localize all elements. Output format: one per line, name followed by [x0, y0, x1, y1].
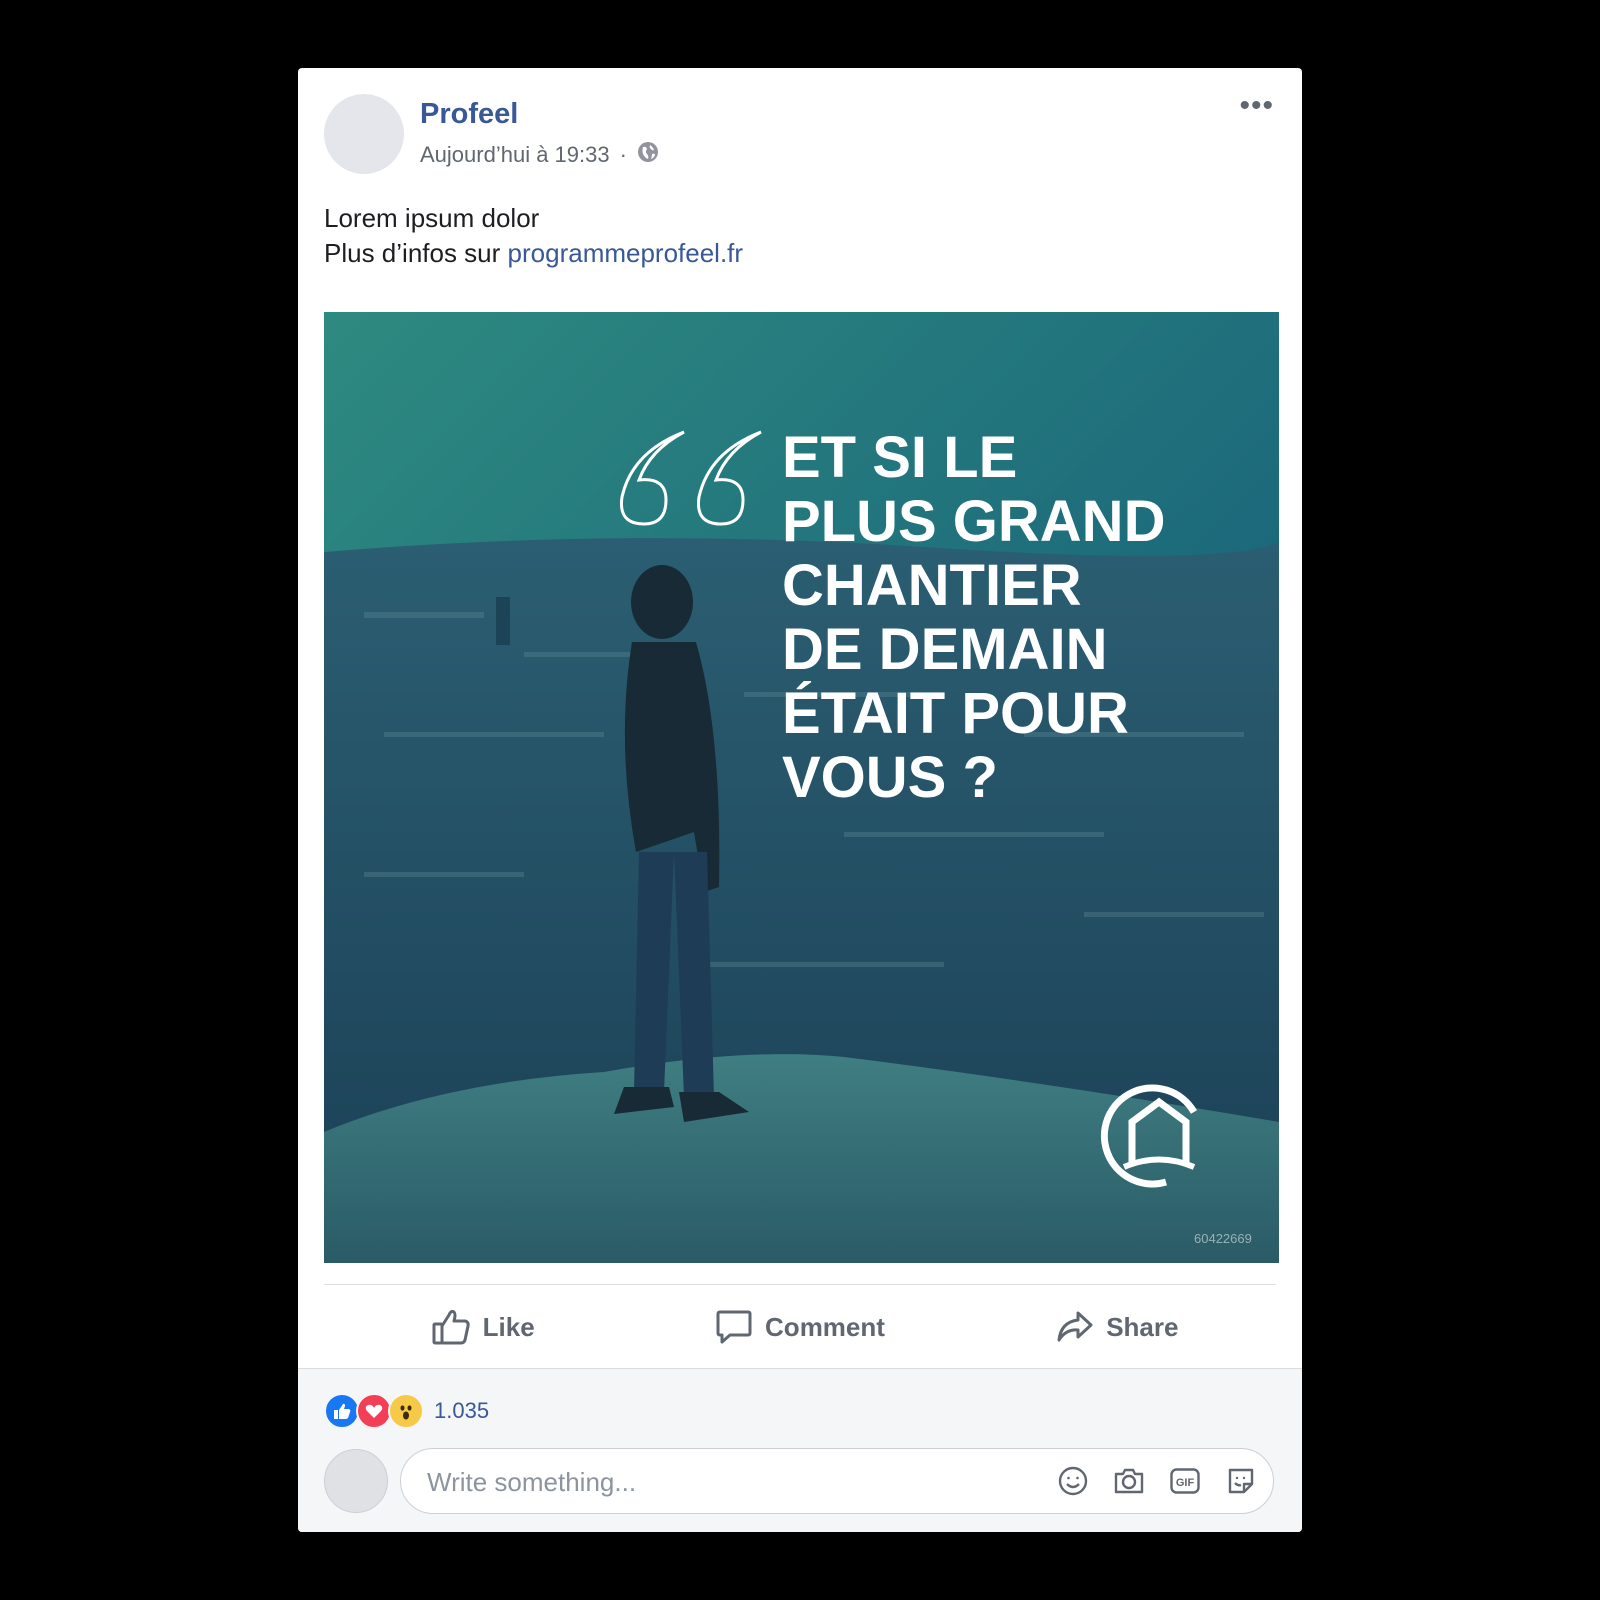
share-label: Share [1106, 1311, 1179, 1342]
comment-tools: GIF [1057, 1465, 1257, 1497]
action-bar: Like Comment Share [324, 1286, 1276, 1368]
reactions-summary[interactable]: 1.035 [324, 1393, 489, 1429]
divider [324, 1284, 1276, 1285]
wow-reaction-icon [388, 1393, 424, 1429]
emoji-icon[interactable] [1057, 1465, 1089, 1497]
post-link[interactable]: programmeprofeel.fr [508, 238, 744, 268]
reaction-count[interactable]: 1.035 [434, 1398, 489, 1424]
post-text-line2: Plus d’infos sur programmeprofeel.fr [324, 236, 743, 271]
comment-input[interactable] [425, 1459, 989, 1505]
like-label: Like [482, 1311, 535, 1342]
post-card: Profeel Aujourd’hui à 19:33 · ••• Lorem … [298, 68, 1302, 1532]
post-text-line1: Lorem ipsum dolor [324, 203, 540, 233]
camera-icon[interactable] [1113, 1465, 1145, 1497]
post-timestamp[interactable]: Aujourd’hui à 19:33 [420, 142, 610, 168]
post-image[interactable]: ET SI LE PLUS GRAND CHANTIER DE DEMAIN É… [324, 312, 1279, 1263]
svg-text:GIF: GIF [1176, 1477, 1195, 1489]
user-avatar [324, 1449, 388, 1513]
comment-button[interactable]: Comment [641, 1286, 958, 1368]
comment-label: Comment [765, 1311, 885, 1342]
post-footer: 1.035 Write something... GIF [298, 1368, 1302, 1532]
post-meta: Aujourd’hui à 19:33 · [420, 141, 659, 169]
quote-line-5: ÉTAIT POUR [782, 681, 1129, 746]
globe-icon [637, 141, 659, 169]
quote-line-1: ET SI LE [782, 425, 1017, 490]
page-avatar[interactable] [324, 94, 404, 174]
more-options-button[interactable]: ••• [1239, 91, 1274, 121]
share-arrow-icon [1057, 1311, 1093, 1342]
post-text-prefix: Plus d’infos sur [324, 238, 508, 268]
like-reaction-icon [324, 1393, 360, 1429]
quote-line-2: PLUS GRAND [782, 489, 1165, 554]
comment-box: GIF [400, 1448, 1274, 1514]
quote-line-6: VOUS ? [782, 745, 998, 810]
watermark-text: 60422669 [1194, 1231, 1252, 1246]
quote-line-3: CHANTIER [782, 553, 1082, 618]
quote-line-4: DE DEMAIN [782, 617, 1107, 682]
post-text: Lorem ipsum dolor Plus d’infos sur progr… [324, 201, 743, 271]
page-name[interactable]: Profeel [420, 98, 518, 131]
love-reaction-icon [356, 1393, 392, 1429]
sticker-icon[interactable] [1225, 1465, 1257, 1497]
speech-bubble-icon [716, 1310, 752, 1344]
meta-separator: · [619, 142, 627, 167]
share-button[interactable]: Share [959, 1286, 1276, 1368]
gif-icon[interactable]: GIF [1169, 1465, 1201, 1497]
thumbs-up-icon [432, 1309, 470, 1345]
like-button[interactable]: Like [324, 1286, 641, 1368]
